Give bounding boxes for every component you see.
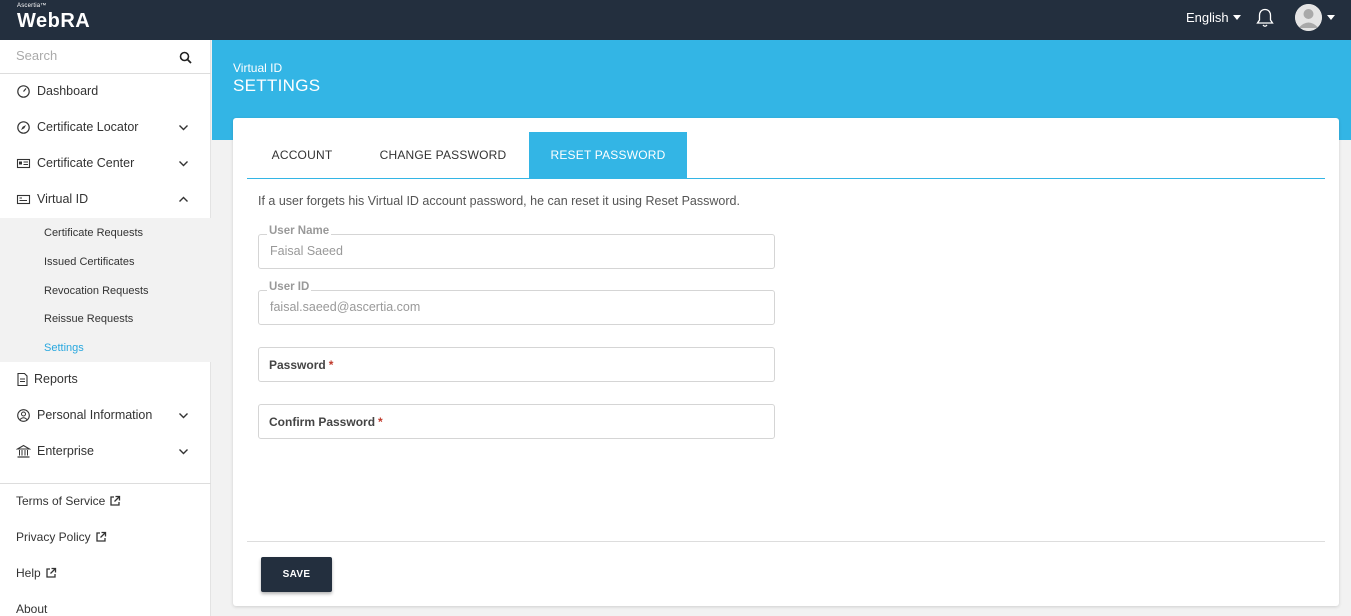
top-navbar: Ascertia™ WebRA English bbox=[0, 0, 1351, 40]
id-card-icon bbox=[16, 158, 31, 169]
language-label: English bbox=[1186, 10, 1229, 25]
virtual-id-submenu: Certificate Requests Issued Certificates… bbox=[0, 218, 211, 362]
sidebar-item-personal-information[interactable]: Personal Information bbox=[0, 398, 211, 434]
help-link[interactable]: Help bbox=[16, 566, 57, 580]
sidebar-item-label: Enterprise bbox=[37, 444, 94, 458]
sidebar-item-label: Certificate Locator bbox=[37, 120, 139, 134]
userid-field: User ID faisal.saeed@ascertia.com bbox=[258, 281, 775, 325]
sidebar-item-label: Dashboard bbox=[37, 84, 99, 98]
privacy-policy-link[interactable]: Privacy Policy bbox=[16, 530, 107, 544]
bell-icon[interactable] bbox=[1256, 8, 1274, 28]
submenu-reissue-requests[interactable]: Reissue Requests bbox=[44, 313, 133, 325]
webra-logo[interactable]: Ascertia™ WebRA bbox=[17, 3, 90, 33]
search-input[interactable] bbox=[16, 48, 166, 63]
caret-down-icon bbox=[1327, 15, 1335, 20]
sidebar-search bbox=[0, 40, 211, 74]
sidebar-item-label: Personal Information bbox=[37, 408, 153, 422]
sidebar-item-label: Certificate Center bbox=[37, 156, 135, 170]
terms-of-service-link[interactable]: Terms of Service bbox=[16, 494, 121, 508]
submenu-issued-certificates[interactable]: Issued Certificates bbox=[44, 256, 134, 268]
user-avatar-icon bbox=[1295, 4, 1322, 31]
document-icon bbox=[17, 372, 28, 387]
sidebar-item-label: Virtual ID bbox=[37, 192, 89, 206]
app-name: WebRA bbox=[17, 10, 91, 32]
confirm-password-field[interactable]: Confirm Password * bbox=[258, 404, 775, 439]
userid-label: User ID bbox=[267, 281, 312, 293]
search-icon[interactable] bbox=[179, 51, 192, 64]
footer-link-label: Help bbox=[16, 566, 41, 580]
user-circle-icon bbox=[17, 409, 30, 422]
compass-icon bbox=[17, 121, 30, 134]
external-link-icon bbox=[110, 495, 121, 506]
avatar bbox=[1295, 4, 1322, 31]
about-link[interactable]: About bbox=[16, 602, 47, 616]
username-label: User Name bbox=[267, 225, 332, 237]
sidebar-item-reports[interactable]: Reports bbox=[0, 362, 211, 398]
sidebar-divider bbox=[0, 483, 211, 484]
password-field[interactable]: Password * bbox=[258, 347, 775, 382]
breadcrumb: Virtual ID bbox=[233, 61, 283, 75]
page-title: SETTINGS bbox=[233, 76, 321, 95]
userid-value: faisal.saeed@ascertia.com bbox=[270, 300, 421, 314]
virtual-id-icon bbox=[16, 194, 31, 205]
required-marker: * bbox=[378, 415, 383, 429]
settings-card: ACCOUNT CHANGE PASSWORD RESET PASSWORD I… bbox=[233, 118, 1339, 606]
save-button[interactable]: SAVE bbox=[261, 557, 332, 592]
chevron-down-icon bbox=[179, 125, 188, 131]
external-link-icon bbox=[96, 531, 106, 542]
username-field: User Name Faisal Saeed bbox=[258, 225, 775, 269]
chevron-down-icon bbox=[179, 161, 188, 167]
user-menu[interactable] bbox=[1295, 4, 1335, 31]
language-selector[interactable]: English bbox=[1186, 10, 1241, 25]
submenu-certificate-requests[interactable]: Certificate Requests bbox=[44, 227, 143, 239]
chevron-up-icon bbox=[179, 196, 188, 202]
tab-bar: ACCOUNT CHANGE PASSWORD RESET PASSWORD bbox=[247, 132, 1325, 179]
confirm-password-label: Confirm Password * bbox=[269, 415, 383, 429]
external-link-icon bbox=[46, 567, 56, 578]
tab-change-password[interactable]: CHANGE PASSWORD bbox=[357, 132, 529, 178]
password-label: Password * bbox=[269, 358, 334, 372]
submenu-revocation-requests[interactable]: Revocation Requests bbox=[44, 285, 149, 297]
submenu-settings[interactable]: Settings bbox=[44, 342, 84, 354]
sidebar-item-dashboard[interactable]: Dashboard bbox=[0, 74, 211, 110]
card-divider bbox=[247, 541, 1325, 542]
sidebar-item-label: Reports bbox=[34, 372, 78, 386]
sidebar-item-certificate-locator[interactable]: Certificate Locator bbox=[0, 110, 211, 146]
footer-link-label: Privacy Policy bbox=[16, 530, 91, 544]
caret-down-icon bbox=[1232, 15, 1241, 20]
brand-label: Ascertia™ bbox=[17, 3, 47, 9]
dashboard-icon bbox=[17, 85, 30, 98]
sidebar-item-certificate-center[interactable]: Certificate Center bbox=[0, 146, 211, 182]
sidebar-item-virtual-id[interactable]: Virtual ID bbox=[0, 182, 211, 218]
bank-icon bbox=[16, 444, 31, 458]
tab-account[interactable]: ACCOUNT bbox=[247, 132, 357, 178]
reset-password-info: If a user forgets his Virtual ID account… bbox=[258, 194, 740, 208]
tab-reset-password[interactable]: RESET PASSWORD bbox=[529, 132, 687, 178]
footer-link-label: Terms of Service bbox=[16, 494, 106, 508]
sidebar-item-enterprise[interactable]: Enterprise bbox=[0, 434, 211, 470]
sidebar: Dashboard Certificate Locator Certificat… bbox=[0, 40, 211, 616]
chevron-down-icon bbox=[179, 449, 188, 455]
required-marker: * bbox=[328, 358, 334, 372]
chevron-down-icon bbox=[179, 413, 188, 419]
username-value: Faisal Saeed bbox=[270, 244, 343, 258]
footer-link-label: About bbox=[16, 602, 48, 616]
